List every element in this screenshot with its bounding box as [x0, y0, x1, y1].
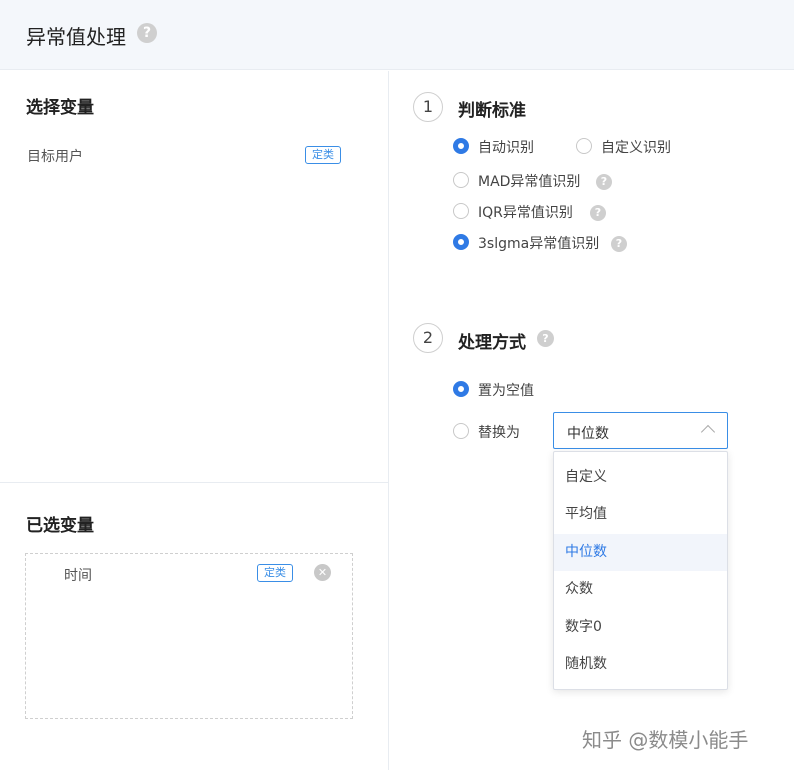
- radio-3sigma-label: 3slgma异常值识别: [478, 236, 600, 252]
- radio-iqr-label: IQR异常值识别: [478, 205, 573, 221]
- page-title: 异常值处理: [26, 25, 126, 49]
- 3sigma-help-icon[interactable]: ?: [611, 236, 627, 252]
- variable-item-target-user[interactable]: 目标用户: [27, 146, 83, 166]
- handling-help-icon[interactable]: ?: [537, 330, 554, 347]
- radio-replace-with[interactable]: [453, 423, 469, 439]
- radio-custom-detect[interactable]: [576, 138, 592, 154]
- handling-title: 处理方式: [458, 333, 526, 353]
- dropdown-option-random[interactable]: 随机数: [554, 646, 727, 683]
- chevron-up-icon: [700, 424, 716, 440]
- dropdown-option-mean[interactable]: 平均值: [554, 496, 727, 533]
- select-current-value: 中位数: [567, 426, 609, 442]
- dropdown-option-zero[interactable]: 数字0: [554, 609, 727, 646]
- radio-mad[interactable]: [453, 172, 469, 188]
- mad-help-icon[interactable]: ?: [596, 174, 612, 190]
- step-2-badge: 2: [413, 323, 443, 353]
- radio-3sigma[interactable]: [453, 234, 469, 250]
- selected-item-time[interactable]: 时间: [64, 565, 92, 585]
- select-variables-title: 选择变量: [26, 98, 94, 118]
- radio-set-null-label: 置为空值: [478, 383, 534, 399]
- iqr-help-icon[interactable]: ?: [590, 205, 606, 221]
- radio-auto-detect-label: 自动识别: [478, 140, 534, 156]
- step-1-badge: 1: [413, 92, 443, 122]
- dropdown-option-median[interactable]: 中位数: [554, 534, 727, 571]
- page-header: 异常值处理 ?: [0, 0, 794, 70]
- radio-iqr[interactable]: [453, 203, 469, 219]
- help-icon[interactable]: ?: [137, 23, 157, 43]
- radio-mad-label: MAD异常值识别: [478, 174, 581, 190]
- radio-set-null[interactable]: [453, 381, 469, 397]
- selected-type-tag: 定类: [257, 564, 293, 582]
- dropdown-option-custom[interactable]: 自定义: [554, 459, 727, 496]
- radio-custom-detect-label: 自定义识别: [601, 140, 671, 156]
- replace-value-dropdown: 自定义 平均值 中位数 众数 数字0 随机数: [553, 451, 728, 690]
- panel-divider: [0, 482, 389, 483]
- selected-variables-title: 已选变量: [26, 516, 94, 536]
- dropdown-option-mode[interactable]: 众数: [554, 571, 727, 608]
- watermark: 知乎 @数模小能手: [582, 728, 749, 752]
- selected-variables-dropzone[interactable]: 时间 定类 ✕: [25, 553, 353, 719]
- criteria-title: 判断标准: [458, 101, 526, 121]
- remove-icon[interactable]: ✕: [314, 564, 331, 581]
- variable-type-tag: 定类: [305, 146, 341, 164]
- radio-replace-with-label: 替换为: [478, 425, 520, 441]
- replace-value-select[interactable]: 中位数: [553, 412, 728, 449]
- radio-auto-detect[interactable]: [453, 138, 469, 154]
